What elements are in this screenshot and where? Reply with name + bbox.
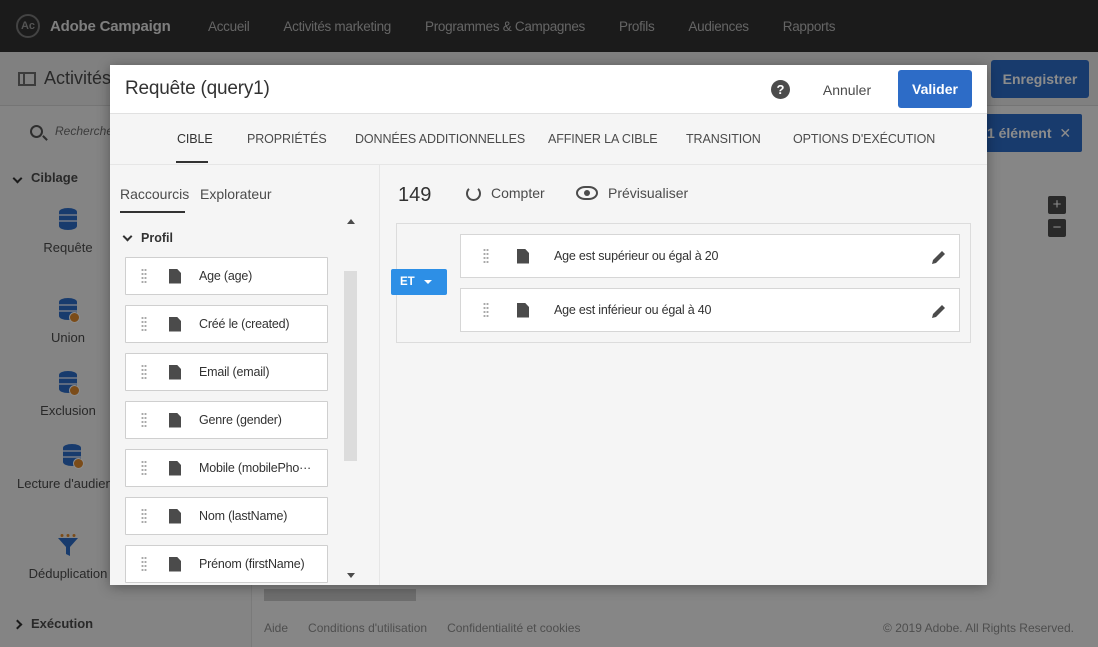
query-editor: 149 Compter Prévisualiser ET Age est sup… bbox=[380, 165, 987, 585]
drag-handle-icon[interactable] bbox=[483, 302, 489, 318]
rule-label: Age est supérieur ou égal à 20 bbox=[554, 249, 719, 263]
field-icon bbox=[169, 508, 181, 524]
section-profil-label: Profil bbox=[141, 231, 173, 245]
field-icon bbox=[169, 412, 181, 428]
tab-affiner-la-cible[interactable]: AFFINER LA CIBLE bbox=[548, 132, 658, 146]
field-icon bbox=[517, 302, 529, 318]
field-label: Email (email) bbox=[199, 365, 270, 379]
eye-icon bbox=[576, 186, 598, 200]
field-card[interactable]: Email (email) bbox=[125, 353, 328, 391]
active-subtab-indicator bbox=[120, 211, 185, 213]
tab-cible[interactable]: CIBLE bbox=[177, 132, 213, 146]
tab-proprietes[interactable]: PROPRIÉTÉS bbox=[247, 132, 327, 146]
rule-group: ET Age est supérieur ou égal à 20 Age es… bbox=[391, 223, 971, 343]
count-button-label: Compter bbox=[491, 185, 545, 201]
field-label: Prénom (firstName) bbox=[199, 557, 305, 571]
field-icon bbox=[169, 364, 181, 380]
caret-down-icon bbox=[423, 280, 432, 284]
subtab-explorateur[interactable]: Explorateur bbox=[200, 186, 272, 202]
field-icon bbox=[169, 268, 181, 284]
drag-handle-icon[interactable] bbox=[141, 364, 147, 380]
field-card[interactable]: Genre (gender) bbox=[125, 401, 328, 439]
drag-handle-icon[interactable] bbox=[141, 508, 147, 524]
refresh-icon bbox=[466, 185, 481, 201]
rule-row[interactable]: Age est inférieur ou égal à 40 bbox=[460, 288, 960, 332]
field-card[interactable]: Mobile (mobilePho··· bbox=[125, 449, 328, 487]
tab-options-execution[interactable]: OPTIONS D'EXÉCUTION bbox=[793, 132, 935, 146]
chevron-down-icon bbox=[122, 231, 133, 241]
drag-handle-icon[interactable] bbox=[483, 248, 489, 264]
field-label: Nom (lastName) bbox=[199, 509, 288, 523]
help-icon[interactable]: ? bbox=[771, 80, 790, 99]
drag-handle-icon[interactable] bbox=[141, 556, 147, 572]
scroll-up-icon[interactable] bbox=[347, 219, 355, 224]
field-label: Genre (gender) bbox=[199, 413, 282, 427]
operator-dropdown[interactable]: ET bbox=[391, 269, 447, 295]
fields-panel: Raccourcis Explorateur Profil Age (age) … bbox=[110, 165, 380, 585]
pencil-icon[interactable] bbox=[931, 303, 947, 319]
preview-button[interactable]: Prévisualiser bbox=[576, 185, 688, 201]
drag-handle-icon[interactable] bbox=[141, 460, 147, 476]
rule-row[interactable]: Age est supérieur ou égal à 20 bbox=[460, 234, 960, 278]
tab-transition[interactable]: TRANSITION bbox=[686, 132, 761, 146]
field-label: Créé le (created) bbox=[199, 317, 290, 331]
pencil-icon[interactable] bbox=[931, 249, 947, 265]
preview-button-label: Prévisualiser bbox=[608, 185, 689, 201]
count-button[interactable]: Compter bbox=[466, 185, 545, 201]
modal-tabs: CIBLE PROPRIÉTÉS DONNÉES ADDITIONNELLES … bbox=[110, 114, 987, 165]
rule-label: Age est inférieur ou égal à 40 bbox=[554, 303, 712, 317]
field-card[interactable]: Nom (lastName) bbox=[125, 497, 328, 535]
cancel-button[interactable]: Annuler bbox=[810, 71, 884, 109]
active-tab-indicator bbox=[176, 161, 208, 163]
field-icon bbox=[169, 556, 181, 572]
drag-handle-icon[interactable] bbox=[141, 316, 147, 332]
tab-donnees-additionnelles[interactable]: DONNÉES ADDITIONNELLES bbox=[355, 132, 525, 146]
field-card[interactable]: Age (age) bbox=[125, 257, 328, 295]
modal-title: Requête (query1) bbox=[125, 78, 270, 99]
result-count: 149 bbox=[398, 184, 432, 206]
field-card[interactable]: Créé le (created) bbox=[125, 305, 328, 343]
modal-header: Requête (query1) ? Annuler Valider bbox=[110, 65, 987, 114]
scroll-down-icon[interactable] bbox=[347, 573, 355, 578]
subtab-raccourcis[interactable]: Raccourcis bbox=[120, 186, 189, 202]
fields-scrollbar[interactable] bbox=[344, 271, 357, 461]
section-profil[interactable]: Profil bbox=[122, 231, 173, 245]
query-modal: Requête (query1) ? Annuler Valider CIBLE… bbox=[110, 65, 987, 585]
drag-handle-icon[interactable] bbox=[141, 412, 147, 428]
field-label: Mobile (mobilePho··· bbox=[199, 461, 312, 475]
field-icon bbox=[169, 460, 181, 476]
field-icon bbox=[169, 316, 181, 332]
field-label: Age (age) bbox=[199, 269, 253, 283]
validate-button[interactable]: Valider bbox=[898, 70, 972, 108]
operator-label: ET bbox=[400, 276, 415, 288]
drag-handle-icon[interactable] bbox=[141, 268, 147, 284]
field-card[interactable]: Prénom (firstName) bbox=[125, 545, 328, 583]
field-icon bbox=[517, 248, 529, 264]
